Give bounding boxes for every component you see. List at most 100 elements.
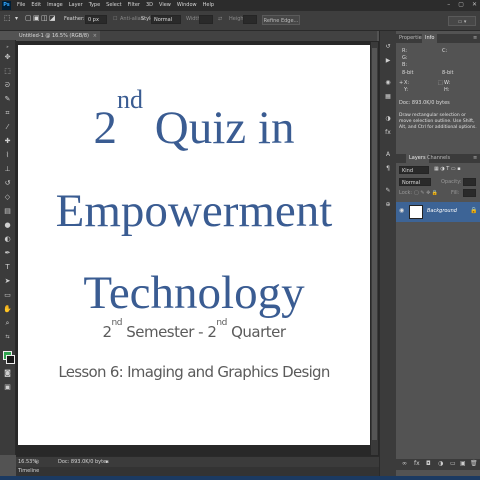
right-panel-dock: Properties Info ≡ R: G: B: 8-bit C: 8-bi… <box>396 31 480 476</box>
rectangle-shape-tool-icon[interactable]: ▭ <box>3 291 12 299</box>
character-panel-icon[interactable]: A <box>384 151 392 158</box>
blur-tool-icon[interactable]: ● <box>3 221 12 229</box>
menu-layer[interactable]: Layer <box>69 3 83 8</box>
menu-help[interactable]: Help <box>203 3 214 8</box>
fill-input[interactable] <box>463 189 476 197</box>
adjustments-panel-icon[interactable]: ◑ <box>384 115 392 122</box>
eye-icon[interactable]: ◉ <box>399 208 404 214</box>
layer-style-icon[interactable]: fx <box>414 461 420 467</box>
path-selection-tool-icon[interactable]: ➤ <box>3 277 12 285</box>
tool-preset-chevron-icon[interactable]: ▾ <box>15 16 18 22</box>
new-layer-icon[interactable]: ▣ <box>460 461 466 467</box>
info-bit-depth: 8-bit <box>402 70 414 76</box>
screen-mode-icon[interactable]: ▣ <box>3 383 12 391</box>
intersect-selection-icon[interactable]: ◪ <box>49 15 56 22</box>
menu-edit[interactable]: Edit <box>31 3 41 8</box>
document-tab[interactable]: Untitled-1 @ 16.5% (RGB/8) × <box>16 31 100 41</box>
new-selection-icon[interactable]: ▢ <box>25 15 32 22</box>
quick-selection-tool-icon[interactable]: ✎ <box>3 95 12 103</box>
clone-stamp-tool-icon[interactable]: ⊥ <box>3 165 12 173</box>
minimize-button[interactable]: – <box>447 2 450 8</box>
timeline-bar: Timeline <box>16 467 379 476</box>
close-tab-icon[interactable]: × <box>93 31 97 41</box>
close-button[interactable]: ✕ <box>472 2 477 8</box>
layer-filter-icons[interactable]: ▦ ◑ T ▭ ▪ <box>434 167 461 172</box>
menu-3d[interactable]: 3D <box>146 3 153 8</box>
layer-row-background[interactable]: ◉ Background 🔒 <box>396 202 480 222</box>
swap-icon[interactable]: ⇄ <box>218 17 222 22</box>
move-tool-icon[interactable]: ✥ <box>3 53 12 61</box>
background-color-swatch[interactable] <box>6 355 15 364</box>
brush-tool-icon[interactable]: ⌇ <box>3 151 12 159</box>
menu-view[interactable]: View <box>159 3 171 8</box>
width-input[interactable] <box>199 15 213 24</box>
eraser-tool-icon[interactable]: ◇ <box>3 193 12 201</box>
info-w-label: W: <box>444 80 451 86</box>
lesson-subtitle: Lesson 6: Imaging and Graphics Design <box>58 363 330 381</box>
layer-filter-kind[interactable]: Kind <box>399 166 429 174</box>
actions-panel-icon[interactable]: ▶ <box>384 57 392 64</box>
layers-panel-menu-icon[interactable]: ≡ <box>470 154 480 163</box>
opacity-input[interactable] <box>463 178 476 186</box>
tab-channels[interactable]: Channels <box>424 154 453 163</box>
layer-mask-icon[interactable]: ◘ <box>426 461 431 467</box>
canvas[interactable]: 2nd Quiz in Empowerment Technology 2nd S… <box>18 45 370 445</box>
toolbar-collapse-icon[interactable]: » <box>3 43 12 51</box>
styles-panel-icon[interactable]: fx <box>384 129 392 136</box>
subtract-selection-icon[interactable]: ◫ <box>41 15 48 22</box>
brush-panel-icon[interactable]: ✎ <box>384 187 392 194</box>
type-tool-icon[interactable]: T <box>3 263 12 271</box>
default-colors-icon[interactable]: ⇆ <box>3 333 12 341</box>
status-menu-arrow-icon[interactable]: ▸ <box>106 460 109 465</box>
blend-mode-select[interactable]: Normal <box>399 178 431 186</box>
photoshop-logo[interactable]: Ps <box>2 1 11 10</box>
paragraph-panel-icon[interactable]: ¶ <box>384 165 392 172</box>
add-selection-icon[interactable]: ▣ <box>33 15 40 22</box>
antialias-checkbox[interactable]: ☐ <box>113 17 117 22</box>
swatches-panel-icon[interactable]: ▦ <box>384 93 392 100</box>
gradient-tool-icon[interactable]: ▤ <box>3 207 12 215</box>
maximize-button[interactable]: ▢ <box>458 2 464 8</box>
color-panel-icon[interactable]: ◉ <box>384 79 392 86</box>
info-h-label: H: <box>444 87 450 93</box>
menu-filter[interactable]: Filter <box>128 3 140 8</box>
menu-select[interactable]: Select <box>106 3 121 8</box>
refine-edge-button[interactable]: Refine Edge... <box>262 15 300 25</box>
history-brush-tool-icon[interactable]: ↺ <box>3 179 12 187</box>
marquee-tool-icon[interactable]: ⬚ <box>4 15 11 22</box>
tab-info[interactable]: Info <box>422 34 438 43</box>
workspace-select[interactable]: ▭ ▾ <box>448 16 476 26</box>
hand-tool-icon[interactable]: ✋ <box>3 305 12 313</box>
menu-file[interactable]: File <box>17 3 25 8</box>
crop-tool-icon[interactable]: ⌗ <box>3 109 12 117</box>
history-panel-icon[interactable]: ↺ <box>384 43 392 50</box>
link-layers-icon[interactable]: ∞ <box>402 461 407 467</box>
clone-source-panel-icon[interactable]: ⊕ <box>384 201 392 208</box>
new-group-icon[interactable]: ▭ <box>450 461 456 467</box>
info-c-label: C: <box>442 48 448 54</box>
menu-window[interactable]: Window <box>177 3 197 8</box>
healing-brush-tool-icon[interactable]: ✚ <box>3 137 12 145</box>
dodge-tool-icon[interactable]: ◐ <box>3 235 12 243</box>
style-select[interactable]: Normal <box>151 15 181 24</box>
adjustment-layer-icon[interactable]: ◑ <box>438 461 443 467</box>
scrollbar-thumb[interactable] <box>372 48 377 440</box>
pen-tool-icon[interactable]: ✒ <box>3 249 12 257</box>
menu-image[interactable]: Image <box>47 3 63 8</box>
window-controls: – ▢ ✕ <box>447 2 477 8</box>
document-tab-bar: Untitled-1 @ 16.5% (RGB/8) × <box>16 31 377 41</box>
eyedropper-tool-icon[interactable]: ⁄ <box>3 123 12 131</box>
lasso-tool-icon[interactable]: ᘐ <box>3 81 12 89</box>
menu-type[interactable]: Type <box>89 3 100 8</box>
lock-icons[interactable]: ▢ ✎ ✥ 🔒 <box>414 191 438 196</box>
vertical-scrollbar[interactable] <box>371 42 378 455</box>
panel-menu-icon[interactable]: ≡ <box>470 34 480 43</box>
height-input[interactable] <box>243 15 257 24</box>
timeline-tab[interactable]: Timeline <box>18 469 39 474</box>
quick-mask-icon[interactable]: ◙ <box>3 369 12 377</box>
tools-panel: » ✥ ⬚ ᘐ ✎ ⌗ ⁄ ✚ ⌇ ⊥ ↺ ◇ ▤ ● ◐ ✒ T ➤ ▭ ✋ … <box>0 40 16 455</box>
zoom-tool-icon[interactable]: ⌕ <box>3 319 12 327</box>
rectangular-marquee-tool-icon[interactable]: ⬚ <box>3 67 12 75</box>
feather-input[interactable]: 0 px <box>85 15 107 24</box>
delete-layer-icon[interactable]: 🗑 <box>470 461 478 467</box>
